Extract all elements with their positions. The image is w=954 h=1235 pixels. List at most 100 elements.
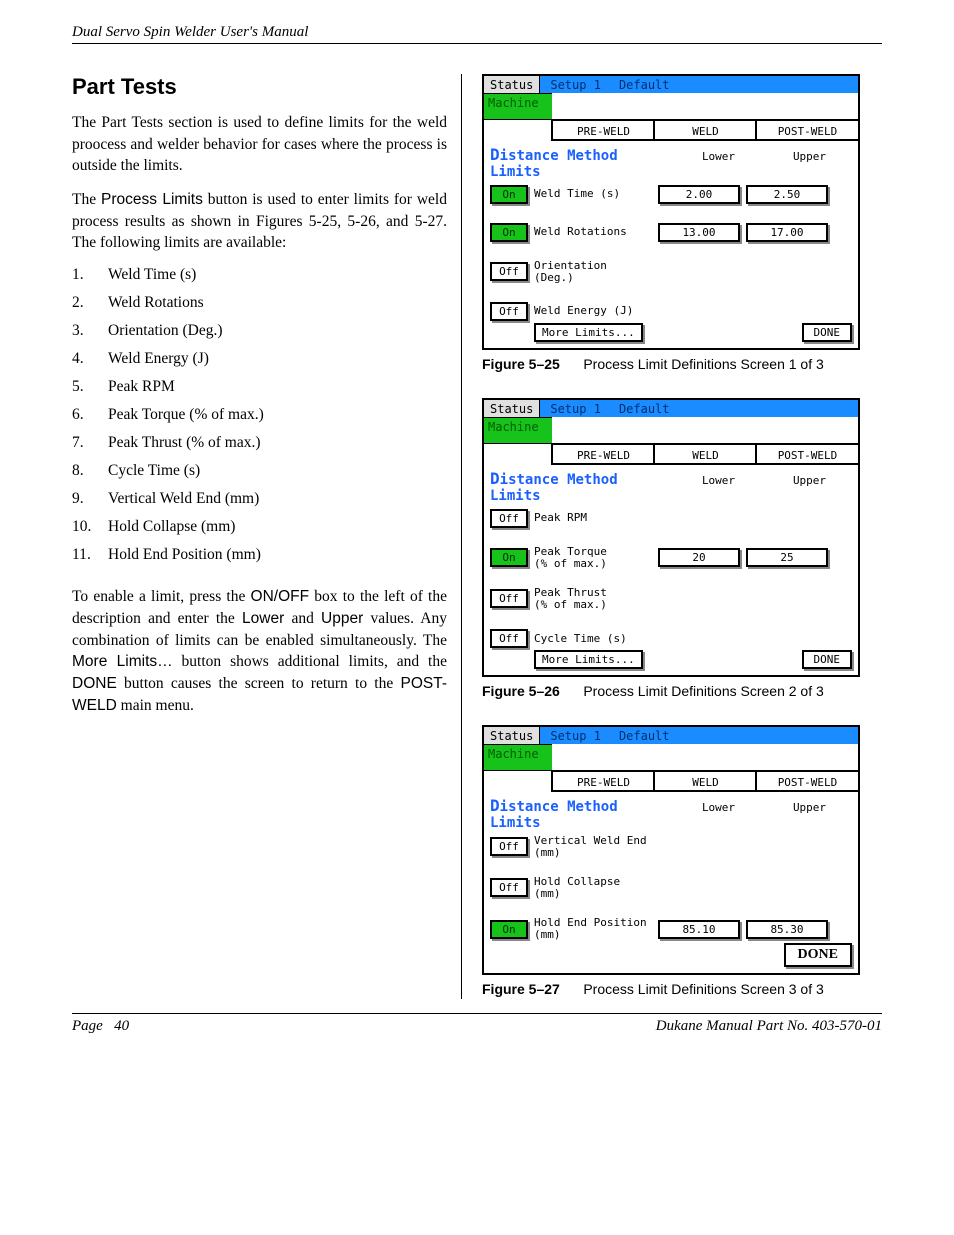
running-head: Dual Servo Spin Welder User's Manual <box>72 24 882 44</box>
lower-header: Lower <box>676 474 761 487</box>
done-button[interactable]: DONE <box>802 323 853 342</box>
tab-weld[interactable]: WELD <box>653 119 756 141</box>
lower-upper-header: Lower Upper <box>670 474 852 487</box>
machine-rest <box>552 744 858 770</box>
toggle-button[interactable]: Off <box>490 589 528 608</box>
figure-caption-3: Figure 5–27 Process Limit Definitions Sc… <box>482 981 882 999</box>
tab-post-weld[interactable]: POST-WELD <box>755 119 858 141</box>
hmi-machinebar: Machine <box>484 417 858 443</box>
lower-value[interactable]: 2.00 <box>658 185 740 204</box>
process-limits-term: Process Limits <box>101 191 203 208</box>
tab-post-weld[interactable]: POST-WELD <box>755 443 858 465</box>
status-tab[interactable]: Status <box>484 400 540 417</box>
upper-header: Upper <box>767 801 852 814</box>
limits-list-item: Hold End Position (mm) <box>72 546 447 564</box>
fig-num-3: Figure 5–27 <box>482 981 560 997</box>
machine-rest <box>552 417 858 443</box>
machine-tab[interactable]: Machine <box>484 417 552 443</box>
limit-label: Orientation (Deg.) <box>534 260 652 283</box>
machine-tab[interactable]: Machine <box>484 93 552 119</box>
lower-header: Lower <box>676 150 761 163</box>
limits-list-item: Peak Torque (% of max.) <box>72 406 447 424</box>
tab-weld[interactable]: WELD <box>653 770 756 792</box>
limits-list-item: Hold Collapse (mm) <box>72 518 447 536</box>
hmi-heading: Distance Method LimitsLowerUpper <box>490 469 852 504</box>
toggle-button[interactable]: Off <box>490 509 528 528</box>
limit-label: Peak Thrust(% of max.) <box>534 587 652 610</box>
hmi-footer: .DONE <box>490 943 852 967</box>
limits-list-item: Orientation (Deg.) <box>72 322 447 340</box>
toggle-button[interactable]: Off <box>490 262 528 281</box>
toggle-button[interactable]: On <box>490 223 528 242</box>
limit-label: Peak Torque(% of max.) <box>534 546 652 569</box>
limits-list-item: Weld Energy (J) <box>72 350 447 368</box>
inline-term: Upper <box>321 610 363 627</box>
limits-list-item: Cycle Time (s) <box>72 462 447 480</box>
tab-spacer <box>484 770 552 792</box>
done-button[interactable]: DONE <box>802 650 853 669</box>
toggle-button[interactable]: On <box>490 920 528 939</box>
lower-upper-header: LowerUpper <box>670 801 852 814</box>
lower-upper-header: Lower Upper <box>670 150 852 163</box>
tab-pre-weld[interactable]: PRE-WELD <box>551 770 654 792</box>
toggle-button[interactable]: Off <box>490 629 528 648</box>
default-label: Default <box>601 729 670 743</box>
hmi-tabs: PRE-WELDWELDPOST-WELD <box>484 443 858 465</box>
limits-list-item: Vertical Weld End (mm) <box>72 490 447 508</box>
toggle-button[interactable]: On <box>490 548 528 567</box>
status-tab[interactable]: Status <box>484 727 540 744</box>
limit-row: Off Weld Energy (J) <box>490 301 852 321</box>
limits-list-item: Peak RPM <box>72 378 447 396</box>
upper-value[interactable]: 25 <box>746 548 828 567</box>
hmi-topbar: StatusSetup 1Default <box>484 727 858 744</box>
toggle-button[interactable]: On <box>490 185 528 204</box>
limit-label: Peak RPM <box>534 512 652 524</box>
tab-pre-weld[interactable]: PRE-WELD <box>551 119 654 141</box>
limit-row: On Weld Time (s) 2.00 2.50 <box>490 184 852 204</box>
lower-value[interactable]: 85.10 <box>658 920 740 939</box>
limit-label: Weld Time (s) <box>534 188 652 200</box>
limit-row: Off Orientation (Deg.) <box>490 260 852 283</box>
limit-label: Weld Rotations <box>534 226 652 238</box>
upper-header: Upper <box>767 150 852 163</box>
tab-spacer <box>484 443 552 465</box>
upper-value[interactable]: 85.30 <box>746 920 828 939</box>
inline-text: main menu. <box>117 697 194 714</box>
hmi-title-cap: D <box>490 469 500 488</box>
limit-label: Cycle Time (s) <box>534 633 652 645</box>
tab-pre-weld[interactable]: PRE-WELD <box>551 443 654 465</box>
limit-label: Weld Energy (J) <box>534 305 652 317</box>
more-limits-button[interactable]: More Limits... <box>534 323 643 342</box>
machine-rest <box>552 93 858 119</box>
tab-post-weld[interactable]: POST-WELD <box>755 770 858 792</box>
toggle-button[interactable]: Off <box>490 302 528 321</box>
toggle-button[interactable]: Off <box>490 878 528 897</box>
tab-spacer <box>484 119 552 141</box>
figure-caption-2: Figure 5–26 Process Limit Definitions Sc… <box>482 683 882 701</box>
limits-list-item: Weld Rotations <box>72 294 447 312</box>
machine-tab[interactable]: Machine <box>484 744 552 770</box>
right-column: StatusSetup 1DefaultMachinePRE-WELDWELDP… <box>482 74 882 999</box>
hmi-heading: Distance Method LimitsLowerUpper <box>490 796 852 831</box>
upper-header: Upper <box>767 474 852 487</box>
hmi-footer: More Limits... DONE <box>490 650 852 669</box>
setup-label: Setup 1 <box>540 729 601 743</box>
toggle-button[interactable]: Off <box>490 837 528 856</box>
done-button[interactable]: DONE <box>784 943 852 967</box>
hmi-tabs: PRE-WELDWELDPOST-WELD <box>484 770 858 792</box>
limit-row: OnHold End Position(mm)85.1085.30 <box>490 917 852 940</box>
tab-weld[interactable]: WELD <box>653 443 756 465</box>
limit-label: Hold Collapse(mm) <box>534 876 652 899</box>
lower-value[interactable]: 20 <box>658 548 740 567</box>
status-tab[interactable]: Status <box>484 76 540 93</box>
para-2a: The <box>72 191 101 208</box>
limit-row: Off Peak Thrust(% of max.) <box>490 587 852 610</box>
hmi-topbar: StatusSetup 1Default <box>484 400 858 417</box>
hmi-heading: Distance Method LimitsLowerUpper <box>490 145 852 180</box>
upper-value[interactable]: 17.00 <box>746 223 828 242</box>
upper-value[interactable]: 2.50 <box>746 185 828 204</box>
more-limits-button[interactable]: More Limits... <box>534 650 643 669</box>
hmi-screen: StatusSetup 1DefaultMachinePRE-WELDWELDP… <box>482 398 860 677</box>
limit-row: Off Cycle Time (s) <box>490 628 852 648</box>
lower-value[interactable]: 13.00 <box>658 223 740 242</box>
